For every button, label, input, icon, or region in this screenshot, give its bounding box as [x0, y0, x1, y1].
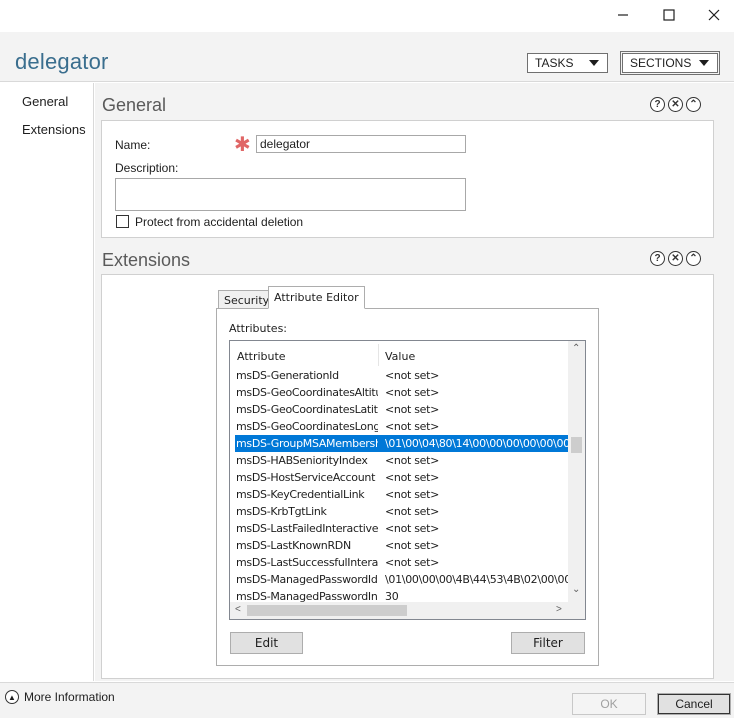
ok-button[interactable]: OK [572, 693, 646, 715]
scroll-up-icon[interactable]: ⌃ [572, 343, 580, 354]
close-window-button[interactable] [699, 4, 729, 26]
horizontal-scrollbar[interactable]: < > [230, 602, 585, 619]
sections-label: SECTIONS [630, 56, 692, 70]
attribute-name-cell: msDS-LastKnownRDN [236, 539, 351, 552]
horizontal-scroll-thumb[interactable] [247, 605, 407, 616]
column-header-value[interactable]: Value [385, 350, 415, 363]
attributes-list[interactable]: Attribute Value msDS-GenerationId <not se… [229, 340, 586, 620]
name-label: Name: [115, 138, 151, 152]
tasks-label: TASKS [535, 56, 574, 70]
help-icon[interactable]: ? [650, 97, 665, 112]
column-header-attribute[interactable]: Attribute [237, 350, 286, 363]
table-row[interactable]: msDS-LastSuccessfulIntera... <not set> [235, 554, 571, 571]
attributes-label: Attributes: [229, 322, 288, 335]
attribute-name-cell: msDS-HostServiceAccount [236, 471, 376, 484]
collapse-icon[interactable]: ⌃ [686, 97, 701, 112]
table-row[interactable]: msDS-GeoCoordinatesLatit... <not set> [235, 401, 571, 418]
attribute-name-cell: msDS-HABSeniorityIndex [236, 454, 368, 467]
sections-button[interactable]: SECTIONS [620, 51, 720, 75]
attribute-value-cell: \01\00\00\00\4B\44\53\4B\02\00\00 [385, 573, 571, 586]
filter-button[interactable]: Filter [511, 632, 585, 654]
attribute-value-cell: <not set> [385, 420, 440, 433]
scroll-down-icon[interactable]: ⌄ [572, 584, 580, 595]
help-icon[interactable]: ? [650, 251, 665, 266]
table-row[interactable]: msDS-GenerationId <not set> [235, 367, 571, 384]
attribute-value-cell: \01\00\04\80\14\00\00\00\00\00\00 [385, 437, 570, 450]
attribute-value-cell: <not set> [385, 369, 440, 382]
table-row-selected[interactable]: msDS-GroupMSAMembership \01\00\04\80\14\0… [235, 435, 571, 452]
attribute-name-cell: msDS-GeoCoordinatesLatit... [236, 403, 378, 416]
scroll-left-icon[interactable]: < [235, 604, 241, 615]
tasks-button[interactable]: TASKS [527, 53, 608, 73]
attribute-name-cell: msDS-GeoCoordinatesAltitu... [236, 386, 378, 399]
chevron-down-icon [589, 60, 599, 66]
table-row[interactable]: msDS-GeoCoordinatesAltitu... <not set> [235, 384, 571, 401]
attribute-name-cell: msDS-ManagedPasswordId [236, 573, 378, 586]
attribute-name-cell: msDS-KeyCredentialLink [236, 488, 365, 501]
table-row[interactable]: msDS-LastFailedInteractive... <not set> [235, 520, 571, 537]
close-section-icon[interactable]: ✕ [668, 97, 683, 112]
attribute-name-cell: msDS-LastSuccessfulIntera... [236, 556, 378, 569]
protect-label: Protect from accidental deletion [135, 215, 304, 229]
table-row[interactable]: msDS-ManagedPasswordId \01\00\00\00\4B\44… [235, 571, 571, 588]
minimize-button[interactable] [608, 4, 638, 26]
attribute-value-cell: <not set> [385, 505, 440, 518]
close-icon [708, 9, 720, 21]
cancel-button[interactable]: Cancel [657, 693, 731, 715]
chevron-down-icon [699, 60, 709, 66]
vertical-scroll-thumb[interactable] [571, 437, 582, 453]
left-nav [0, 83, 94, 681]
minimize-icon [618, 14, 628, 16]
edit-button[interactable]: Edit [230, 632, 303, 654]
attribute-value-cell: <not set> [385, 454, 440, 467]
attribute-name-cell: msDS-GroupMSAMembership [236, 437, 378, 450]
attribute-value-cell: <not set> [385, 539, 440, 552]
table-row[interactable]: msDS-KeyCredentialLink <not set> [235, 486, 571, 503]
extensions-section-controls: ? ✕ ⌃ [650, 251, 701, 266]
attribute-name-cell: msDS-GenerationId [236, 369, 339, 382]
table-row[interactable]: msDS-GeoCoordinatesLong... <not set> [235, 418, 571, 435]
more-information-toggle[interactable]: ▲ More Information [5, 690, 115, 704]
attribute-value-cell: <not set> [385, 522, 440, 535]
vertical-scrollbar[interactable]: ⌃ ⌄ [568, 341, 585, 603]
attribute-name-cell: msDS-LastFailedInteractive... [236, 522, 378, 535]
table-row[interactable]: msDS-HABSeniorityIndex <not set> [235, 452, 571, 469]
maximize-button[interactable] [654, 4, 684, 26]
attribute-value-cell: <not set> [385, 471, 440, 484]
attribute-value-cell: <not set> [385, 386, 440, 399]
table-row[interactable]: msDS-LastKnownRDN <not set> [235, 537, 571, 554]
attribute-value-cell: <not set> [385, 556, 440, 569]
nav-item-general[interactable]: General [22, 94, 68, 109]
more-information-label: More Information [24, 690, 115, 704]
table-row[interactable]: msDS-KrbTgtLink <not set> [235, 503, 571, 520]
object-title: delegator [15, 49, 109, 74]
protect-checkbox[interactable] [116, 215, 129, 228]
scroll-right-icon[interactable]: > [556, 604, 562, 615]
description-label: Description: [115, 161, 179, 175]
name-input[interactable] [256, 135, 466, 153]
required-asterisk-icon: ✱ [234, 134, 251, 156]
tab-attribute-editor[interactable]: Attribute Editor [268, 286, 365, 309]
extensions-section-title: Extensions [102, 250, 191, 270]
general-section-controls: ? ✕ ⌃ [650, 97, 701, 112]
attribute-name-cell: msDS-KrbTgtLink [236, 505, 327, 518]
nav-item-extensions[interactable]: Extensions [22, 122, 86, 137]
table-row[interactable]: msDS-HostServiceAccount <not set> [235, 469, 571, 486]
tab-security[interactable]: Security [218, 290, 276, 309]
attribute-name-cell: msDS-GeoCoordinatesLong... [236, 420, 378, 433]
collapse-icon[interactable]: ⌃ [686, 251, 701, 266]
attribute-value-cell: <not set> [385, 488, 440, 501]
general-section-title: General [102, 95, 167, 115]
attribute-value-cell: <not set> [385, 403, 440, 416]
close-section-icon[interactable]: ✕ [668, 251, 683, 266]
column-header: Attribute Value [230, 344, 568, 366]
maximize-icon [663, 9, 675, 21]
column-divider[interactable] [378, 344, 379, 366]
description-field[interactable] [115, 178, 466, 211]
chevron-up-icon: ▲ [5, 690, 19, 704]
